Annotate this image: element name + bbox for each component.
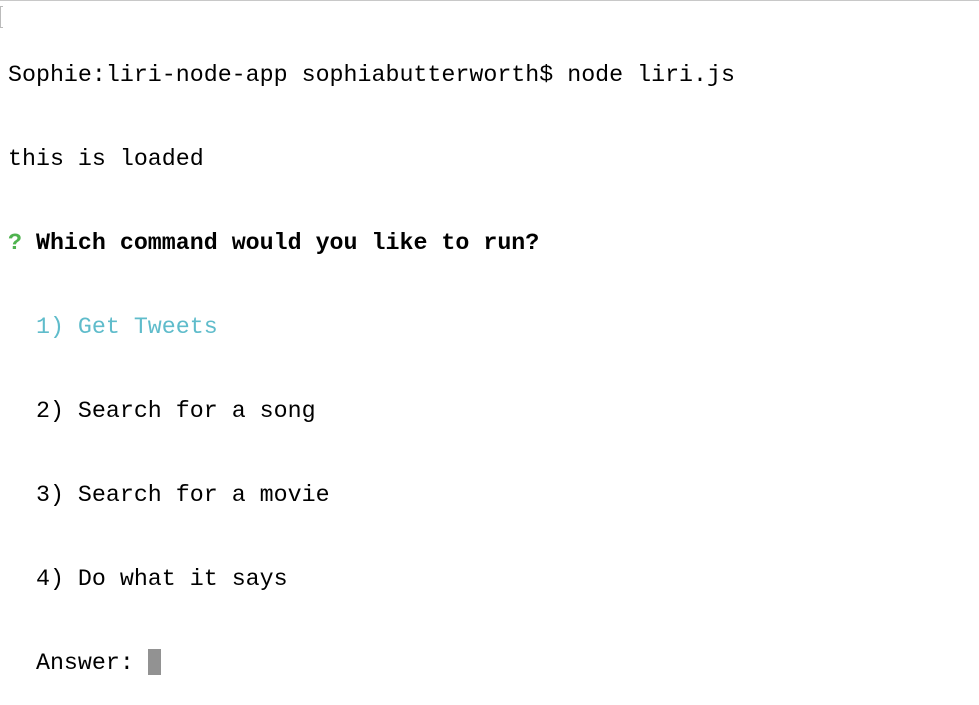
- question-line: ? Which command would you like to run?: [8, 229, 735, 257]
- option-label: 4) Do what it says: [35, 566, 288, 592]
- question-mark-icon: ?: [8, 230, 22, 256]
- option-label: 3) Search for a movie: [35, 482, 330, 508]
- option-search-song[interactable]: 2) Search for a song: [8, 397, 735, 425]
- output-line: this is loaded: [8, 146, 204, 172]
- answer-label: Answer:: [35, 650, 148, 676]
- terminal-output[interactable]: Sophie:liri-node-app sophiabutterworth$ …: [8, 5, 735, 705]
- prompt-mark-bracket: [0, 6, 3, 28]
- answer-input-line[interactable]: Answer:: [8, 649, 735, 677]
- option-label: 2) Search for a song: [35, 398, 316, 424]
- question-text: Which command would you like to run?: [35, 230, 540, 256]
- text-cursor: [147, 649, 161, 675]
- option-search-movie[interactable]: 3) Search for a movie: [8, 481, 735, 509]
- option-get-tweets[interactable]: 1) Get Tweets: [8, 313, 735, 341]
- shell-command-line: Sophie:liri-node-app sophiabutterworth$ …: [8, 62, 735, 88]
- option-do-what-it-says[interactable]: 4) Do what it says: [8, 565, 735, 593]
- option-label: 1) Get Tweets: [35, 314, 218, 340]
